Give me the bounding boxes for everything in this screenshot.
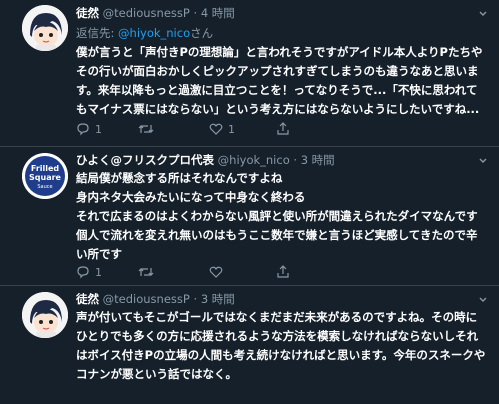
heart-icon bbox=[209, 123, 223, 135]
reply-context: 返信先: @hiyok_nicoさん bbox=[76, 25, 213, 41]
tweet-text: 僕が言うと「声付きPの理想論」と言われそうですがアイドル本人よりPたちや その行… bbox=[76, 43, 482, 119]
tweet-header: 徒然 @tediousnessP · 3 時間 bbox=[76, 291, 235, 307]
chevron-down-icon[interactable] bbox=[478, 156, 488, 166]
avatar[interactable] bbox=[22, 5, 68, 51]
tweet[interactable]: Frilled Square Sauce ひよく@フリスクプロ代表 @hiyok… bbox=[0, 147, 499, 285]
tweet[interactable]: 徒然 @tediousnessP · 4 時間 返信先: @hiyok_nico… bbox=[0, 0, 499, 146]
tweet-text-line: 結局僕が懸念する所はそれなんですよね bbox=[76, 171, 283, 185]
share-icon bbox=[277, 122, 289, 135]
retweet-icon bbox=[138, 125, 154, 133]
like-count: 1 bbox=[228, 122, 235, 136]
tweet-text-line: 僕が言うと「声付きPの理想論」と言われそうですがアイドル本人よりPたちや bbox=[76, 45, 483, 59]
separator-dot: · bbox=[193, 292, 198, 306]
heart-icon bbox=[209, 266, 223, 278]
timestamp[interactable]: 4 時間 bbox=[201, 6, 235, 20]
avatar[interactable] bbox=[22, 292, 68, 338]
avatar-illustration bbox=[22, 5, 68, 51]
timestamp[interactable]: 3 時間 bbox=[201, 292, 235, 306]
display-name[interactable]: 徒然 bbox=[76, 6, 99, 20]
tweet-text-line: い所です bbox=[76, 247, 122, 261]
reply-button[interactable]: 1 bbox=[76, 265, 102, 279]
tweet-text-line: はボイス付きPの立場の人間も考え続けなければと思います。今年のスネークや bbox=[76, 348, 486, 362]
tweet-text-line: それで広まるのはよくわからない風評と使い所が間違えられたダイマなんです bbox=[76, 209, 478, 223]
svg-text:Square: Square bbox=[29, 173, 62, 182]
avatar-logo: Frilled Square Sauce bbox=[22, 153, 68, 199]
tweet-text-line: コナンが悪という話ではなく。 bbox=[76, 367, 237, 381]
user-handle[interactable]: @hiyok_nico bbox=[218, 153, 290, 167]
retweet-icon bbox=[138, 268, 154, 276]
reply-count: 1 bbox=[95, 265, 102, 279]
tweet-text: 声が付いてもそこがゴールではなくまだまだ未来があるのですよね。その時に ひとりで… bbox=[76, 308, 485, 384]
tweet[interactable]: 徒然 @tediousnessP · 3 時間 声が付いてもそこがゴールではなく… bbox=[0, 286, 499, 404]
chevron-down-icon[interactable] bbox=[478, 295, 488, 305]
reply-mention-link[interactable]: @hiyok_nico bbox=[118, 26, 190, 40]
retweet-button[interactable] bbox=[138, 122, 159, 136]
tweet-text-line: ひとりでも多くの方に応援されるような方法を模索しなければならないしそれ bbox=[76, 329, 479, 343]
reply-icon bbox=[77, 266, 89, 279]
tweet-text-line: 個人で流れを変えれ無いのはもうここ数年で嫌と言うほど実感してきたので辛 bbox=[76, 228, 478, 242]
like-button[interactable] bbox=[209, 265, 228, 279]
tweet-header: ひよく@フリスクプロ代表 @hiyok_nico · 3 時間 bbox=[76, 152, 335, 168]
share-icon bbox=[277, 265, 289, 278]
reply-button[interactable]: 1 bbox=[76, 122, 102, 136]
avatar[interactable]: Frilled Square Sauce bbox=[22, 153, 68, 199]
display-name[interactable]: ひよく@フリスクプロ代表 bbox=[76, 153, 214, 167]
timeline: 徒然 @tediousnessP · 4 時間 返信先: @hiyok_nico… bbox=[0, 0, 499, 404]
tweet-text-line: その行いが面白おかしくピックアップされすぎてしまうのも違うなあと思いま bbox=[76, 64, 479, 78]
reply-suffix: さん bbox=[190, 26, 214, 40]
tweet-text-line: もマイナス票にはならない」という考え方にはならないようにしたいですね... bbox=[76, 102, 480, 116]
tweet-actions: 1 1 bbox=[76, 122, 476, 138]
separator-dot: · bbox=[293, 153, 298, 167]
tweet-text-line: 声が付いてもそこがゴールではなくまだまだ未来があるのですよね。その時に bbox=[76, 310, 478, 324]
tweet-text-line: す。来年以降もっと過激に目立つことを！ってなりそうで...「不快に思われて bbox=[76, 83, 478, 97]
chevron-down-icon[interactable] bbox=[478, 9, 488, 19]
tweet-text-line: 身内ネタ大会みたいになって中身なく終わる bbox=[76, 190, 306, 204]
share-button[interactable] bbox=[276, 265, 290, 279]
tweet-actions: 1 bbox=[76, 265, 476, 281]
timestamp[interactable]: 3 時間 bbox=[301, 153, 335, 167]
avatar-illustration bbox=[22, 292, 68, 338]
reply-prefix: 返信先: bbox=[76, 26, 119, 40]
tweet-header: 徒然 @tediousnessP · 4 時間 bbox=[76, 5, 235, 21]
like-button[interactable]: 1 bbox=[209, 122, 235, 136]
separator-dot: · bbox=[193, 6, 198, 20]
share-button[interactable] bbox=[276, 122, 290, 136]
reply-count: 1 bbox=[95, 122, 102, 136]
user-handle[interactable]: @tediousnessP bbox=[103, 6, 190, 20]
svg-text:Frilled: Frilled bbox=[31, 164, 60, 173]
svg-text:Sauce: Sauce bbox=[37, 184, 52, 190]
user-handle[interactable]: @tediousnessP bbox=[103, 292, 190, 306]
retweet-button[interactable] bbox=[138, 265, 159, 279]
display-name[interactable]: 徒然 bbox=[76, 292, 99, 306]
reply-icon bbox=[77, 123, 89, 136]
tweet-text: 結局僕が懸念する所はそれなんですよね 身内ネタ大会みたいになって中身なく終わる … bbox=[76, 169, 478, 264]
